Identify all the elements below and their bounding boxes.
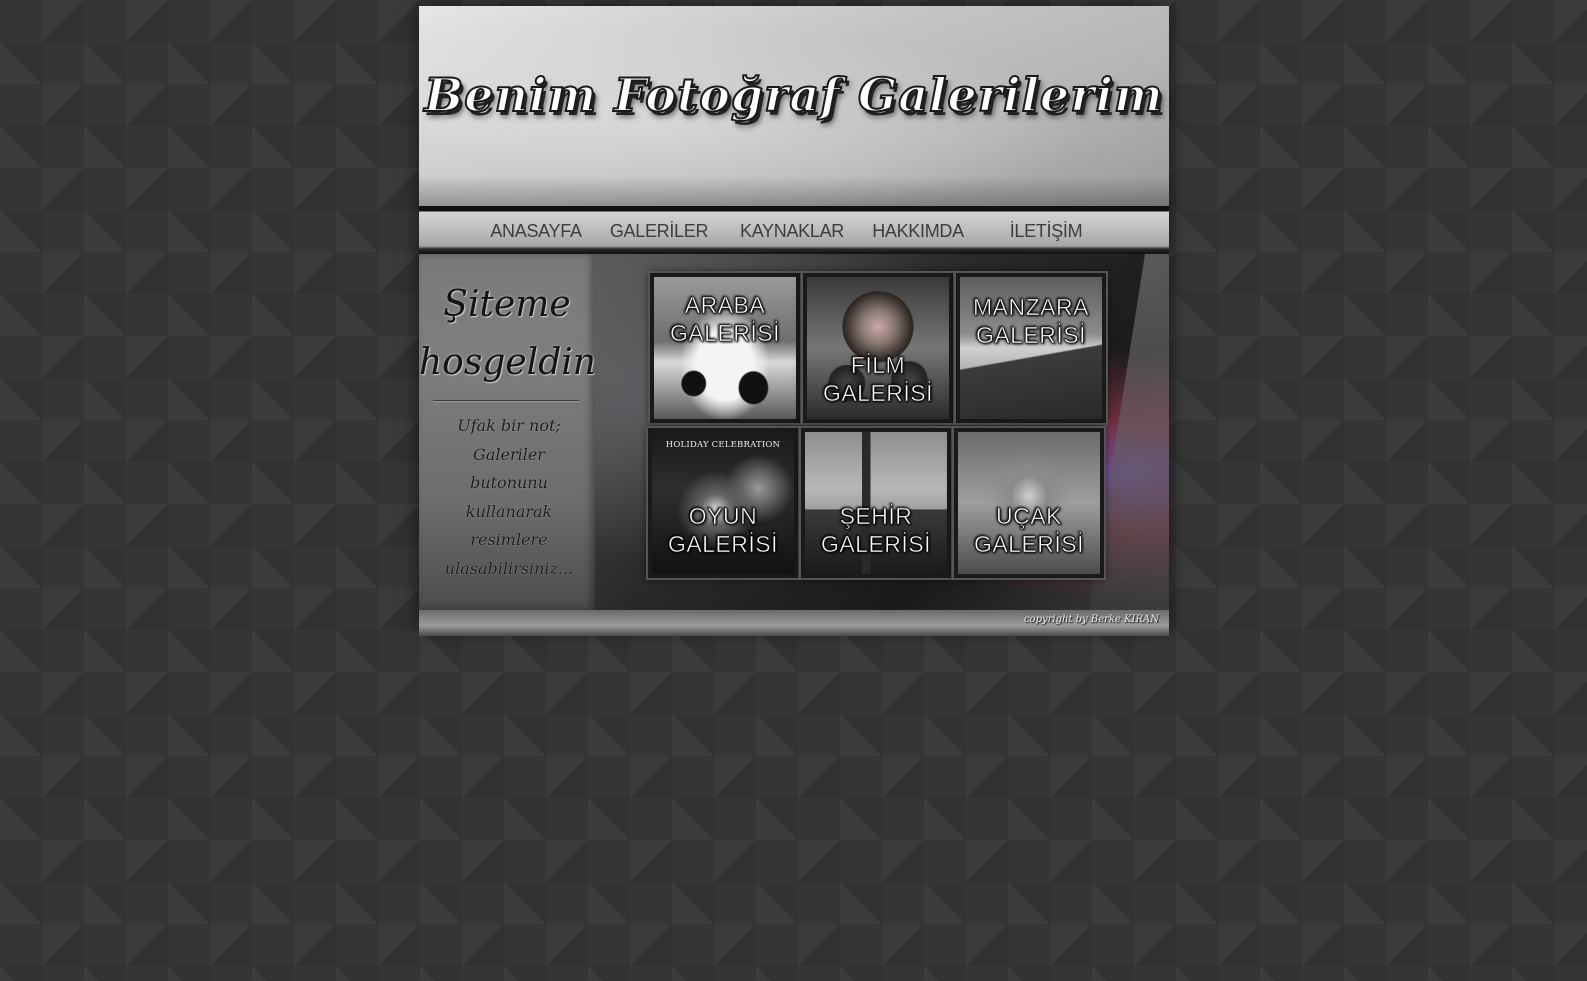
note-line: Ufak bir not;	[457, 416, 561, 435]
gallery-showcase: ARABA GALERİSİ FİLM GALERİSİ MANZARA GAL…	[595, 254, 1169, 610]
note-line: resimlere	[470, 530, 548, 550]
tile-label-line-1: ARABA	[684, 292, 766, 319]
tile-label-line-1: FİLM	[850, 352, 906, 379]
tile-label-line-2: GALERİSİ	[973, 531, 1085, 558]
gallery-tile-ucak[interactable]: UÇAK GALERİSİ	[952, 426, 1106, 580]
gallery-tile-araba[interactable]: ARABA GALERİSİ	[648, 271, 802, 425]
holiday-caption: HOLIDAY CELEBRATION	[665, 440, 781, 450]
footer: copyright by Berke KIRAN	[419, 610, 1169, 636]
tile-label-line-2: GALERİSİ	[820, 531, 932, 558]
tile-label-line-1: MANZARA	[973, 294, 1089, 321]
sidebar: Şiteme hosgeldiniz Ufak bir not; Galeril…	[419, 254, 627, 610]
tile-label: ARABA GALERİSİ	[654, 291, 796, 347]
sidebar-note: Ufak bir not; Galeriler butonunu kullana…	[437, 412, 581, 584]
nav-item-galeriler[interactable]: GALERİLER	[601, 219, 717, 243]
welcome-heading: Şiteme hosgeldiniz	[419, 276, 627, 392]
note-line: ulasabilirsiniz...	[444, 558, 574, 578]
tile-label-line-2: GALERİSİ	[822, 380, 934, 407]
gallery-tile-sehir[interactable]: ŞEHİR GALERİSİ	[799, 426, 953, 580]
gallery-tile-oyun[interactable]: HOLIDAY CELEBRATION OYUN GALERİSİ	[646, 426, 800, 580]
gallery-tile-film[interactable]: FİLM GALERİSİ	[801, 271, 955, 425]
tile-label-line-1: UÇAK	[996, 503, 1062, 530]
tile-label-line-2: GALERİSİ	[667, 531, 779, 558]
tile-label-line-1: OYUN	[688, 503, 758, 530]
tile-label-line-1: ŞEHİR	[839, 503, 913, 530]
nav-item-anasayfa[interactable]: ANASAYFA	[481, 219, 591, 243]
tile-label: FİLM GALERİSİ	[807, 351, 949, 407]
note-line: kullanarak	[465, 501, 553, 521]
note-line: Galeriler	[473, 444, 545, 464]
tile-label-line-2: GALERİSİ	[669, 320, 781, 347]
tile-label: OYUN GALERİSİ	[652, 502, 794, 558]
content-area: Şiteme hosgeldiniz Ufak bir not; Galeril…	[419, 254, 1169, 610]
nav-item-iletisim[interactable]: İLETİŞİM	[991, 219, 1101, 243]
main-nav: ANASAYFA GALERİLER KAYNAKLAR HAKKIMDA İL…	[419, 206, 1169, 254]
header-banner: Benim Fotoğraf Galerilerim	[419, 6, 1169, 206]
site-title: Benim Fotoğraf Galerilerim	[423, 67, 1164, 123]
tile-label: UÇAK GALERİSİ	[958, 502, 1100, 558]
nav-item-hakkimda[interactable]: HAKKIMDA	[861, 219, 975, 243]
tile-label-line-2: GALERİSİ	[975, 322, 1087, 349]
tile-label: ŞEHİR GALERİSİ	[805, 502, 947, 558]
tile-label: MANZARA GALERİSİ	[960, 293, 1102, 349]
gallery-tile-manzara[interactable]: MANZARA GALERİSİ	[954, 271, 1108, 425]
nav-item-kaynaklar[interactable]: KAYNAKLAR	[733, 219, 851, 243]
sidebar-divider	[433, 400, 579, 402]
copyright-text: copyright by Berke KIRAN	[1023, 614, 1159, 625]
welcome-line-1: Şiteme	[443, 284, 571, 325]
welcome-line-2: hosgeldiniz	[419, 342, 627, 383]
site-container: Benim Fotoğraf Galerilerim ANASAYFA GALE…	[419, 6, 1169, 636]
note-line: butonunu	[470, 473, 548, 493]
